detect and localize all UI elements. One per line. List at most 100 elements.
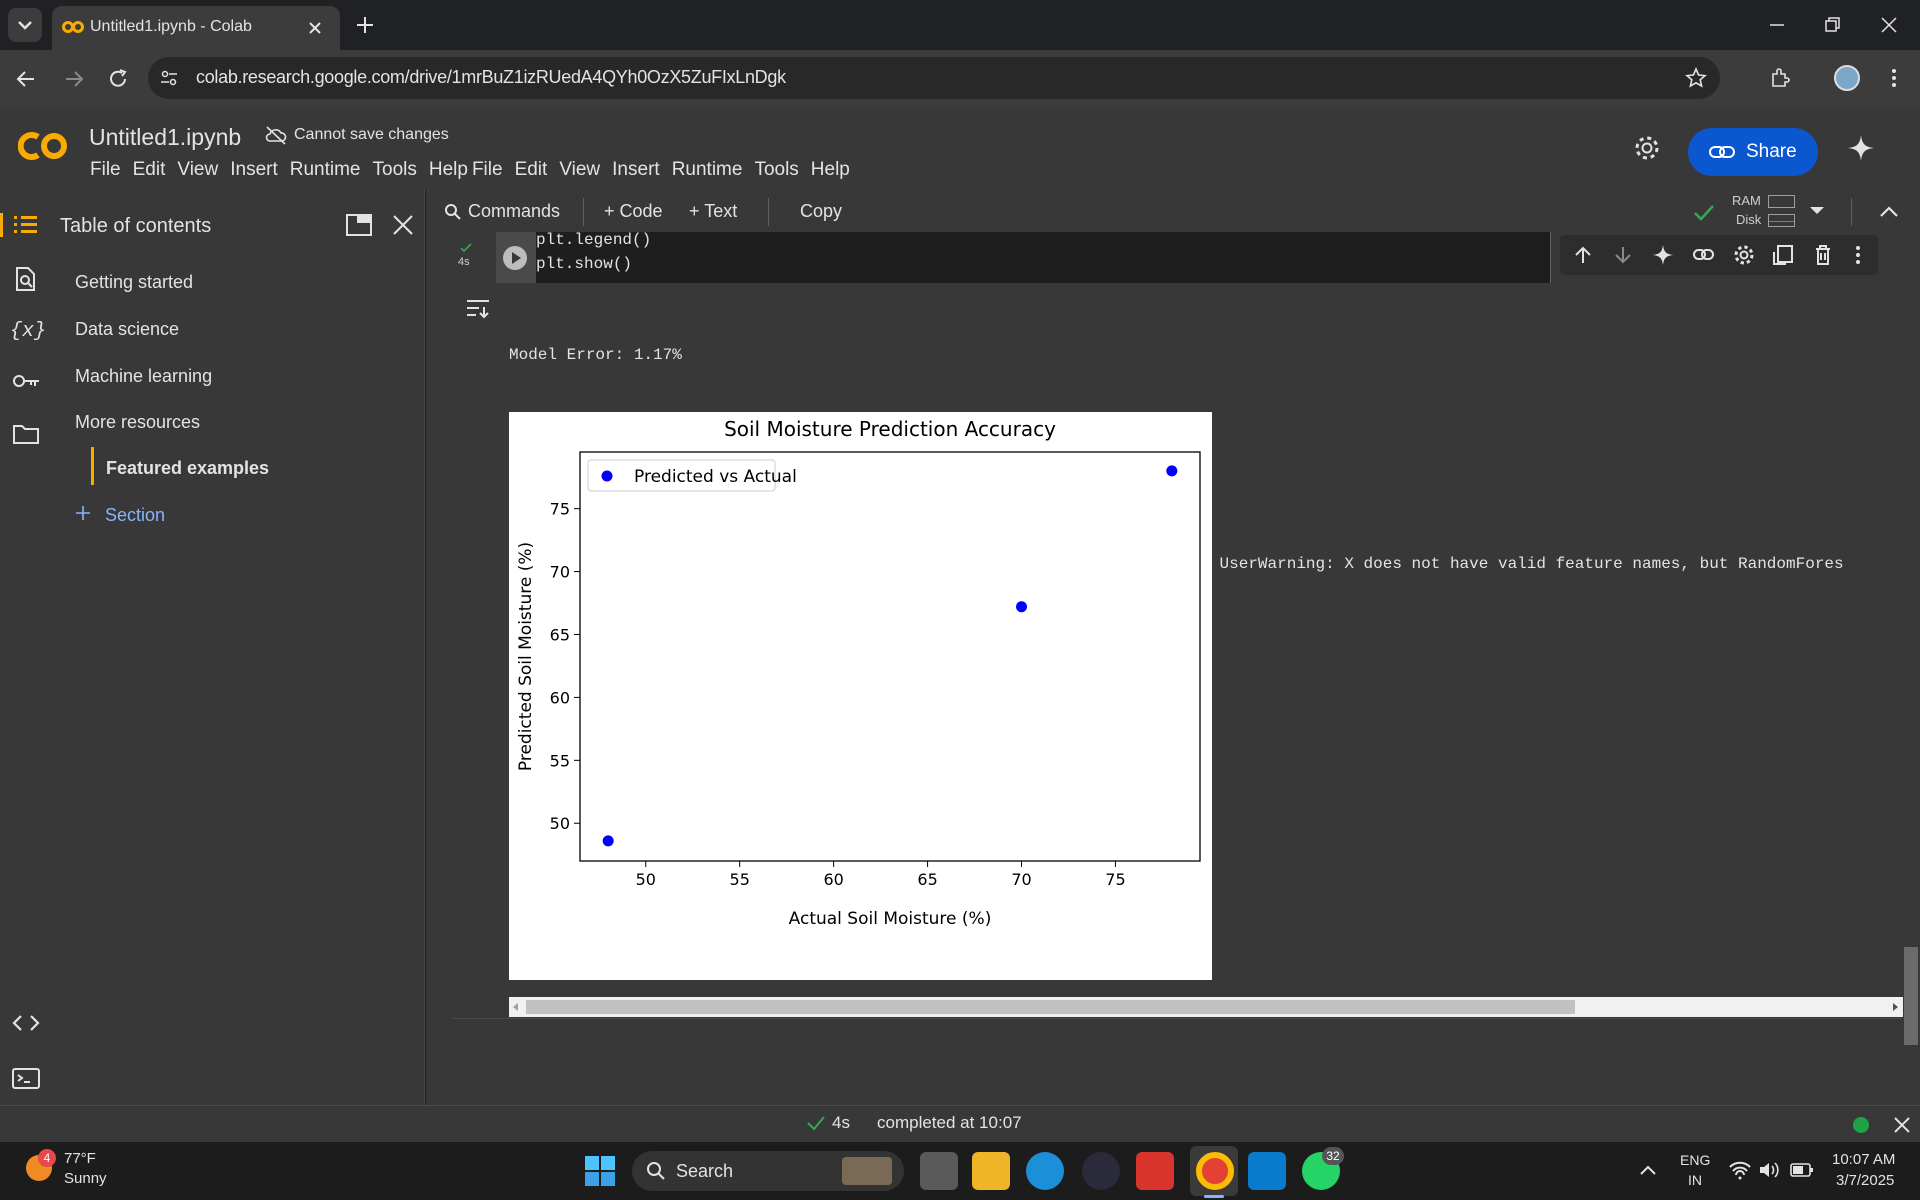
variables-icon[interactable]: {x} xyxy=(10,320,46,343)
profile-avatar[interactable] xyxy=(1834,65,1860,91)
disk-meter[interactable] xyxy=(1768,214,1795,227)
files-folder-icon[interactable] xyxy=(12,422,40,446)
secrets-key-icon[interactable] xyxy=(11,370,41,392)
omnibox[interactable]: colab.research.google.com/drive/1mrBuZ1i… xyxy=(148,57,1720,99)
resources-dropdown-icon[interactable] xyxy=(1808,204,1826,218)
status-completed[interactable]: completed at 10:07 xyxy=(877,1113,1022,1133)
toc-item-more-resources[interactable]: More resources xyxy=(75,412,200,433)
move-up-icon[interactable] xyxy=(1572,244,1594,266)
code-cell[interactable]: 4s plt.legend() plt.show() xyxy=(452,231,1550,283)
restore-icon[interactable] xyxy=(1822,14,1844,36)
close-panel-icon[interactable] xyxy=(390,212,416,238)
menu-file[interactable]: File xyxy=(90,159,121,181)
ram-meter[interactable] xyxy=(1768,195,1795,208)
browser-menu-icon[interactable] xyxy=(1882,66,1906,90)
menu-view[interactable]: View xyxy=(177,159,218,181)
more-options-icon[interactable] xyxy=(1850,244,1866,266)
code-snippets-icon[interactable] xyxy=(11,1012,41,1034)
gemini-sparkle-icon[interactable] xyxy=(1652,244,1674,266)
copy-to-drive-button[interactable]: Copy xyxy=(800,201,842,222)
toc-item-machine-learning[interactable]: Machine learning xyxy=(75,366,212,387)
vscode-icon[interactable] xyxy=(1248,1152,1286,1190)
clock-time[interactable]: 10:07 AM xyxy=(1832,1151,1895,1168)
status-time: 4s xyxy=(832,1113,850,1132)
menu-help-2[interactable]: Help xyxy=(811,159,850,181)
show-hidden-icons-icon[interactable] xyxy=(1638,1162,1658,1178)
site-info-icon[interactable] xyxy=(158,67,180,89)
settings-gear-icon[interactable] xyxy=(1732,243,1756,267)
new-tab-icon[interactable] xyxy=(354,14,376,36)
run-cell-icon[interactable] xyxy=(502,245,528,271)
menu-edit[interactable]: Edit xyxy=(133,159,166,181)
connection-status-dot xyxy=(1853,1117,1869,1133)
reload-icon[interactable] xyxy=(106,67,130,91)
move-down-icon[interactable] xyxy=(1612,244,1634,266)
add-text-button[interactable]: + Text xyxy=(689,201,737,222)
clock-date[interactable]: 3/7/2025 xyxy=(1836,1172,1894,1189)
bookmark-star-icon[interactable] xyxy=(1684,66,1708,90)
taskbar-search-box[interactable]: Search xyxy=(632,1151,904,1191)
add-code-button[interactable]: + Code xyxy=(604,201,663,222)
settings-gear-icon[interactable] xyxy=(1632,133,1662,163)
collapse-header-icon[interactable] xyxy=(1878,202,1900,222)
minimize-icon[interactable] xyxy=(1766,14,1788,36)
toc-item-getting-started[interactable]: Getting started xyxy=(75,272,193,293)
toc-title: Table of contents xyxy=(60,215,212,237)
windows-start-icon[interactable] xyxy=(584,1155,616,1187)
battery-icon[interactable] xyxy=(1790,1162,1814,1178)
file-explorer-icon[interactable] xyxy=(972,1152,1010,1190)
notebook-name[interactable]: Untitled1.ipynb xyxy=(89,124,241,151)
language-eng[interactable]: ENG xyxy=(1680,1152,1710,1168)
horizontal-scrollbar[interactable] xyxy=(509,997,1903,1017)
browser-tab[interactable]: Untitled1.ipynb - Colab xyxy=(52,6,340,50)
task-view-icon[interactable] xyxy=(920,1152,958,1190)
close-window-icon[interactable] xyxy=(1878,14,1900,36)
open-in-tab-icon[interactable] xyxy=(345,212,373,238)
output-actions-icon[interactable] xyxy=(464,297,492,321)
chrome-browser-icon[interactable] xyxy=(1196,1152,1234,1190)
volume-icon[interactable] xyxy=(1758,1160,1782,1180)
add-section-link[interactable]: Section xyxy=(105,505,165,526)
language-region[interactable]: IN xyxy=(1688,1172,1702,1188)
close-status-icon[interactable] xyxy=(1892,1115,1912,1135)
toc-item-featured-examples[interactable]: Featured examples xyxy=(106,458,269,479)
x-tick-label: 75 xyxy=(1105,870,1125,889)
nxtwave-app-icon[interactable] xyxy=(1082,1152,1120,1190)
extensions-icon[interactable] xyxy=(1768,66,1792,90)
add-section-icon[interactable] xyxy=(75,505,91,521)
wps-office-icon[interactable] xyxy=(1136,1152,1174,1190)
vertical-scrollbar-thumb[interactable] xyxy=(1904,947,1918,1045)
menu-runtime[interactable]: Runtime xyxy=(290,159,361,181)
scroll-right-icon[interactable] xyxy=(1890,1002,1900,1012)
search-icon xyxy=(647,1162,665,1180)
menu-tools-2[interactable]: Tools xyxy=(754,159,798,181)
scrollbar-thumb[interactable] xyxy=(526,1000,1575,1014)
tab-search-button[interactable] xyxy=(8,8,42,42)
weather-temp: 77°F xyxy=(64,1150,96,1167)
wifi-icon[interactable] xyxy=(1728,1160,1752,1180)
menu-insert-2[interactable]: Insert xyxy=(612,159,660,181)
menu-tools[interactable]: Tools xyxy=(373,159,417,181)
menu-view-2[interactable]: View xyxy=(559,159,600,181)
menu-help[interactable]: Help xyxy=(429,159,468,181)
toc-item-data-science[interactable]: Data science xyxy=(75,319,179,340)
toc-active-bar xyxy=(91,447,94,485)
menu-edit-2[interactable]: Edit xyxy=(515,159,548,181)
menu-file-2[interactable]: File xyxy=(472,159,503,181)
mirror-cell-icon[interactable] xyxy=(1772,244,1794,266)
forward-icon[interactable] xyxy=(62,67,86,91)
scroll-left-icon[interactable] xyxy=(511,1002,521,1012)
commands-button[interactable]: Commands xyxy=(468,201,560,222)
share-button[interactable]: Share xyxy=(1688,128,1818,176)
delete-trash-icon[interactable] xyxy=(1812,244,1834,266)
close-tab-icon[interactable] xyxy=(306,19,324,37)
gemini-sparkle-icon[interactable] xyxy=(1846,133,1876,163)
link-icon[interactable] xyxy=(1692,244,1716,266)
edge-browser-icon[interactable] xyxy=(1026,1152,1064,1190)
table-of-contents-icon[interactable] xyxy=(13,213,39,237)
find-replace-icon[interactable] xyxy=(13,266,39,292)
back-icon[interactable] xyxy=(14,67,38,91)
terminal-icon[interactable] xyxy=(11,1066,41,1090)
menu-runtime-2[interactable]: Runtime xyxy=(672,159,743,181)
menu-insert[interactable]: Insert xyxy=(230,159,278,181)
